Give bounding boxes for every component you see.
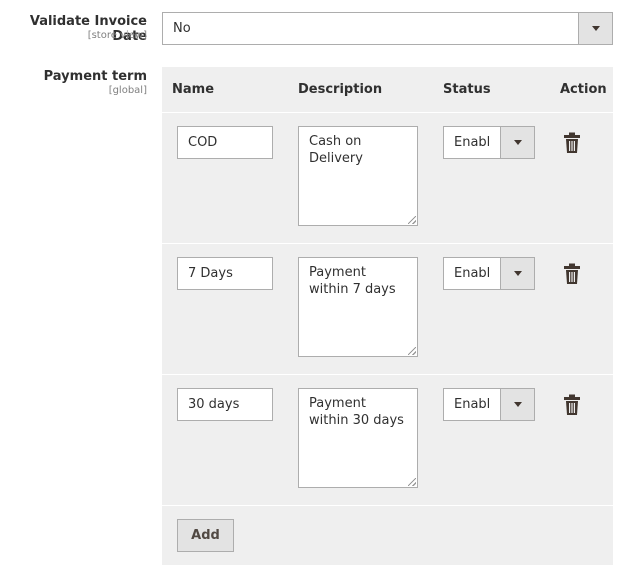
trash-icon[interactable] [563,394,581,416]
chevron-down-icon[interactable] [500,389,534,420]
name-input[interactable]: COD [177,126,273,159]
status-value: Enabl [454,135,491,150]
resize-handle-icon[interactable] [408,216,416,224]
chevron-down-icon[interactable] [500,258,534,289]
payment-term-row: 7 Days Payment within 7 days Enabl [162,243,613,374]
status-select[interactable]: Enabl [443,257,535,290]
status-value: Enabl [454,397,491,412]
payment-term-row: COD Cash on Delivery Enabl [162,112,613,243]
column-header-name: Name [172,82,215,97]
column-header-action: Action [560,82,607,97]
payment-term-scope: [global] [108,85,147,96]
column-header-description: Description [298,82,383,97]
status-value: Enabl [454,266,491,281]
payment-term-label: Payment term [43,69,147,84]
trash-icon[interactable] [563,132,581,154]
payment-term-row: 30 days Payment within 30 days Enabl [162,374,613,505]
description-text: Payment within 30 days [309,396,404,428]
resize-handle-icon[interactable] [408,478,416,486]
description-textarea[interactable]: Payment within 7 days [298,257,418,357]
column-header-status: Status [443,82,491,97]
status-select[interactable]: Enabl [443,388,535,421]
name-input[interactable]: 7 Days [177,257,273,290]
chevron-down-icon[interactable] [578,13,612,44]
resize-handle-icon[interactable] [408,347,416,355]
validate-invoice-date-value: No [173,21,191,36]
description-text: Cash on Delivery [309,134,363,166]
validate-invoice-date-select[interactable]: No [162,12,613,45]
chevron-down-icon[interactable] [500,127,534,158]
name-input[interactable]: 30 days [177,388,273,421]
trash-icon[interactable] [563,263,581,285]
description-textarea[interactable]: Cash on Delivery [298,126,418,226]
status-select[interactable]: Enabl [443,126,535,159]
add-button[interactable]: Add [177,519,234,552]
description-textarea[interactable]: Payment within 30 days [298,388,418,488]
validate-invoice-date-scope: [store view] [87,30,147,41]
payment-term-grid: Name Description Status Action COD Cash … [162,67,613,565]
description-text: Payment within 7 days [309,265,396,297]
